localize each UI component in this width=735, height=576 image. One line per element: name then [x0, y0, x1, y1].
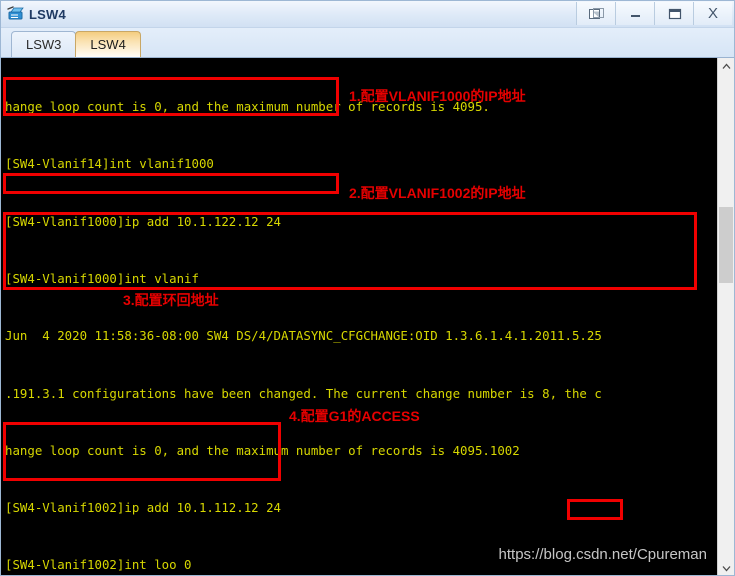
scrollbar-thumb[interactable] — [719, 207, 733, 283]
ensp-cli-window: LSW4 X LSW3 LSW4 hange loop count is 0, … — [0, 0, 735, 576]
maximize-button[interactable] — [654, 2, 693, 25]
console-line: Jun 4 2020 11:58:36-08:00 SW4 DS/4/DATAS… — [5, 328, 602, 344]
console-line: hange loop count is 0, and the maximum n… — [5, 442, 520, 458]
switch-icon — [7, 6, 25, 22]
restore-button[interactable] — [576, 2, 615, 25]
annotation-label-1: 1.配置VLANIF1000的IP地址 — [349, 88, 526, 104]
window-controls: X — [576, 2, 732, 25]
console-line: [SW4-Vlanif1000]ip add 10.1.122.12 24 — [5, 213, 282, 229]
console-scrollbar[interactable] — [717, 58, 734, 575]
window-title: LSW4 — [29, 6, 66, 22]
annotation-label-4: 4.配置G1的ACCESS — [289, 408, 420, 424]
cli-console[interactable]: hange loop count is 0, and the maximum n… — [1, 58, 717, 575]
console-line: [SW4-Vlanif14]int vlanif1000 — [5, 156, 214, 172]
console-line: .191.3.1 configurations have been change… — [5, 385, 602, 401]
terminal-area: hange loop count is 0, and the maximum n… — [1, 58, 734, 575]
scroll-up-arrow-icon[interactable] — [718, 58, 734, 75]
scrollbar-track[interactable] — [718, 75, 734, 560]
scroll-down-arrow-icon[interactable] — [718, 560, 734, 575]
console-output: hange loop count is 0, and the maximum n… — [3, 59, 717, 575]
minimize-button[interactable] — [615, 2, 654, 25]
console-line: [SW4-Vlanif1002]int loo 0 — [5, 557, 192, 573]
device-tab-strip: LSW3 LSW4 — [1, 28, 734, 58]
tab-label: LSW4 — [90, 37, 126, 52]
tab-lsw3[interactable]: LSW3 — [11, 31, 77, 57]
title-bar: LSW4 X — [1, 1, 734, 28]
annotation-label-3: 3.配置环回地址 — [123, 292, 219, 308]
close-icon: X — [707, 5, 718, 22]
annotation-label-2: 2.配置VLANIF1002的IP地址 — [349, 185, 526, 201]
console-line: [SW4-Vlanif1002]ip add 10.1.112.12 24 — [5, 500, 282, 516]
console-line: [SW4-Vlanif1000]int vlanif — [5, 271, 199, 287]
close-button[interactable]: X — [693, 2, 732, 25]
tab-label: LSW3 — [26, 37, 62, 52]
tab-lsw4[interactable]: LSW4 — [75, 31, 141, 57]
